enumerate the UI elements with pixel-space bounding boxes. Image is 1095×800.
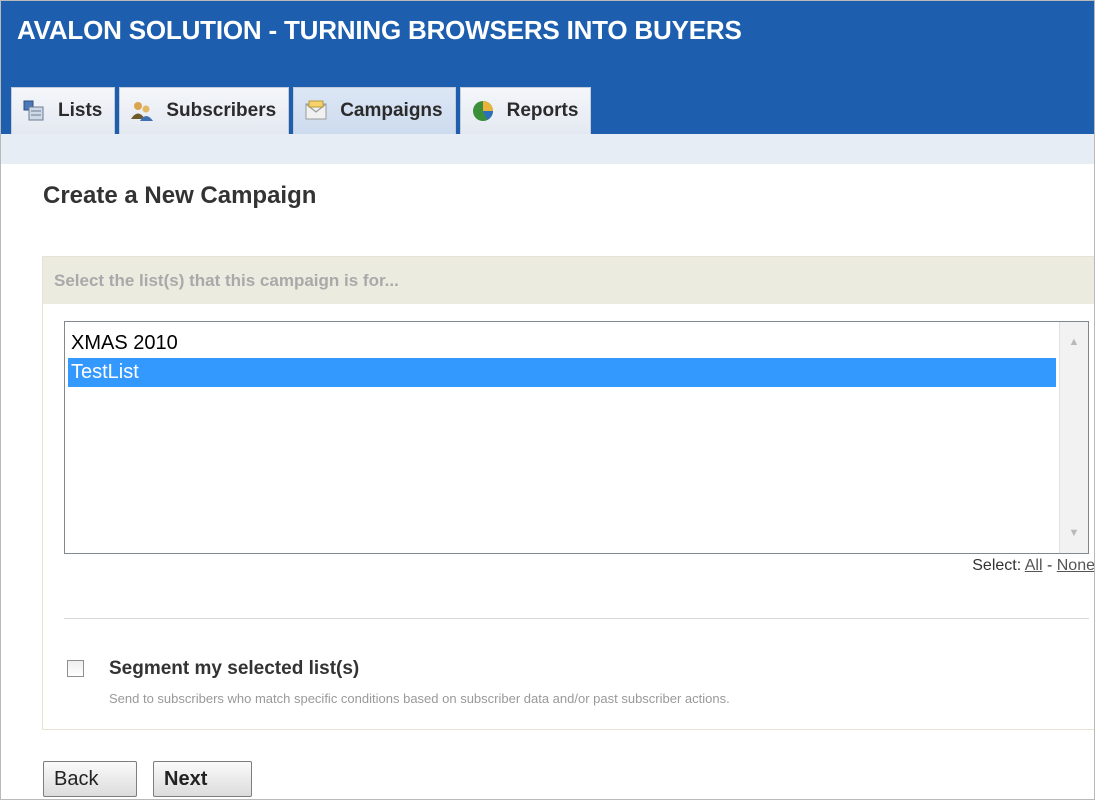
segment-label[interactable]: Segment my selected list(s) xyxy=(109,658,359,680)
list-selection-panel: Select the list(s) that this campaign is… xyxy=(42,256,1094,730)
tab-campaigns[interactable]: Campaigns xyxy=(293,87,456,134)
tab-lists[interactable]: Lists xyxy=(11,87,116,134)
select-all-link[interactable]: All xyxy=(1025,557,1043,574)
list-multiselect[interactable]: XMAS 2010 TestList ▲ ▼ xyxy=(64,321,1089,554)
panel-header-prompt: Select the list(s) that this campaign is… xyxy=(43,257,1094,304)
divider xyxy=(64,618,1089,619)
main-tabs: Lists Subscribers Campaigns Reports xyxy=(11,87,592,134)
subscribers-icon xyxy=(130,99,154,123)
list-option-xmas-2010[interactable]: XMAS 2010 xyxy=(68,329,1056,358)
header: AVALON SOLUTION - TURNING BROWSERS INTO … xyxy=(1,1,1094,134)
tab-reports[interactable]: Reports xyxy=(459,87,592,134)
app-window: AVALON SOLUTION - TURNING BROWSERS INTO … xyxy=(0,0,1095,800)
tab-campaigns-label: Campaigns xyxy=(340,100,443,121)
segment-description: Send to subscribers who match specific c… xyxy=(109,691,730,706)
select-all-none: Select: All - None xyxy=(972,557,1094,575)
back-button[interactable]: Back xyxy=(43,761,137,797)
campaigns-icon xyxy=(304,99,328,123)
scroll-down-arrow-icon[interactable]: ▼ xyxy=(1060,519,1088,547)
next-button[interactable]: Next xyxy=(153,761,252,797)
content-top-strip xyxy=(1,134,1094,164)
reports-icon xyxy=(471,99,495,123)
app-title: AVALON SOLUTION - TURNING BROWSERS INTO … xyxy=(17,15,742,45)
list-option-testlist[interactable]: TestList xyxy=(68,358,1056,387)
tab-subscribers-label: Subscribers xyxy=(166,100,277,121)
listbox-scrollbar[interactable]: ▲ ▼ xyxy=(1059,322,1088,553)
select-prefix: Select: xyxy=(972,557,1022,574)
scroll-up-arrow-icon[interactable]: ▲ xyxy=(1060,328,1088,356)
tab-reports-label: Reports xyxy=(506,100,579,121)
page-title: Create a New Campaign xyxy=(43,182,317,209)
segment-checkbox[interactable] xyxy=(67,660,84,677)
select-separator: - xyxy=(1046,557,1053,574)
tab-lists-label: Lists xyxy=(58,100,103,121)
list-options: XMAS 2010 TestList xyxy=(68,329,1056,387)
lists-icon xyxy=(22,99,46,123)
select-none-link[interactable]: None xyxy=(1057,557,1094,574)
tab-subscribers[interactable]: Subscribers xyxy=(119,87,290,134)
